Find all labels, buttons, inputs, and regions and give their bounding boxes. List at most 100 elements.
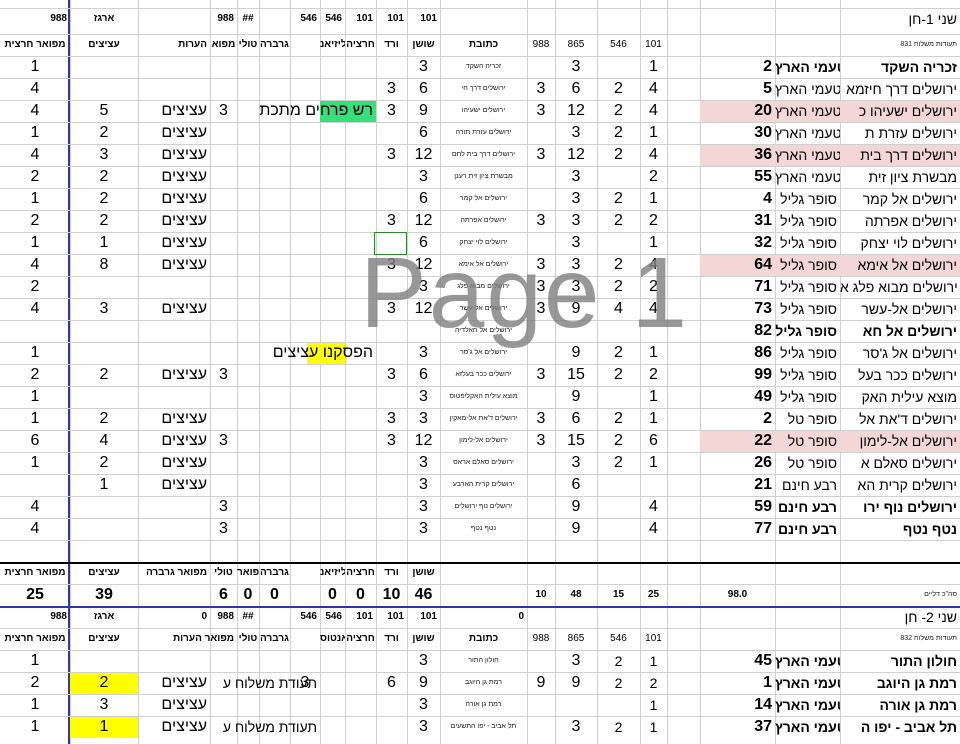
cell-store[interactable]: מטעמי הארץ xyxy=(775,56,840,78)
cell-ktovet[interactable]: ירושלים אל-לימון xyxy=(440,430,527,452)
cell-num[interactable]: 30 xyxy=(700,122,775,144)
cell-store[interactable]: סופר טל xyxy=(775,430,840,452)
cell-vered[interactable]: 3 xyxy=(376,100,407,122)
s2-cell-ktovet[interactable]: רמת גן אורה xyxy=(440,694,527,716)
cell-heorot[interactable]: עציצים xyxy=(138,408,210,430)
cell-vered[interactable]: 3 xyxy=(376,430,407,452)
cell-shoshan[interactable]: 3 xyxy=(407,166,440,188)
cell-atzitzim[interactable] xyxy=(70,386,138,408)
cell-n101[interactable]: 2 xyxy=(640,276,667,298)
cell-n101[interactable]: 1 xyxy=(640,232,667,254)
cell-atzitzim[interactable]: 8 xyxy=(70,254,138,276)
cell-mefoar[interactable]: 3 xyxy=(210,518,237,540)
col-header-n101[interactable]: 101 xyxy=(640,34,667,56)
s2-cell-n546[interactable] xyxy=(597,694,640,716)
cell-shoshan[interactable]: 6 xyxy=(407,78,440,100)
s2-header-hash[interactable]: ## xyxy=(237,606,259,628)
cell-city[interactable]: ירושלים לוי יצחק xyxy=(840,232,960,254)
cell-n546[interactable] xyxy=(597,474,640,496)
s2-cell-vered[interactable] xyxy=(376,694,407,716)
cell-mifoar[interactable]: 1 xyxy=(0,342,70,364)
cell-ktovet[interactable]: זכריה השקד xyxy=(440,56,527,78)
cell-mefoar[interactable] xyxy=(210,298,237,320)
s2-col-header-vered[interactable]: ורד xyxy=(376,628,407,650)
cell-city[interactable]: זכריה השקד xyxy=(840,56,960,78)
cell-mefoar[interactable] xyxy=(210,210,237,232)
col-header-teudat[interactable]: תעודות משלוח 831 xyxy=(840,34,960,56)
s2-cell-ktovet[interactable]: תל אביב - יפו התשעים xyxy=(440,716,527,738)
cell-shoshan[interactable]: 3 xyxy=(407,56,440,78)
cell-ktovet[interactable]: ירושלים מבוא פלג xyxy=(440,276,527,298)
cell-store[interactable]: סופר גליל xyxy=(775,364,840,386)
cell-store[interactable]: סופר גליל xyxy=(775,232,840,254)
cell-atzitzim[interactable] xyxy=(70,78,138,100)
cell-mifoar[interactable]: 4 xyxy=(0,144,70,166)
cell-shoshan[interactable]: 3 xyxy=(407,276,440,298)
cell-mifoar[interactable]: 2 xyxy=(0,166,70,188)
s2-col-header-hartzit[interactable]: חרציה xyxy=(345,628,376,650)
cell-n988[interactable] xyxy=(527,386,555,408)
cell-mifoar[interactable]: 6 xyxy=(0,430,70,452)
cell-vered[interactable]: 3 xyxy=(376,78,407,100)
cell-ktovet[interactable]: ירושלים אפרתה xyxy=(440,210,527,232)
cell-n101[interactable]: 4 xyxy=(640,78,667,100)
cell-city[interactable]: ירושלים קרית הא xyxy=(840,474,960,496)
cell-n865[interactable]: 3 xyxy=(555,254,597,276)
cell-store[interactable]: סופר גליל xyxy=(775,210,840,232)
col-header-atzitzim[interactable]: עציצים xyxy=(70,34,138,56)
cell-n546[interactable] xyxy=(597,518,640,540)
cell-heorot[interactable]: עציצים xyxy=(138,100,210,122)
s2-header-101b[interactable]: 101 xyxy=(376,606,407,628)
s2-header-988b[interactable]: 988 xyxy=(210,606,237,628)
totals-label-gerbera-big[interactable]: מפואר גרברה xyxy=(138,562,210,584)
s2-cell-n101[interactable]: 1 xyxy=(640,650,667,672)
s2-cell-atzitzim[interactable]: 1 xyxy=(70,716,138,738)
cell-mifoar[interactable]: 1 xyxy=(0,122,70,144)
cell-mefoar[interactable] xyxy=(210,78,237,100)
cell-shoshan[interactable]: 3 xyxy=(407,342,440,364)
cell-num[interactable]: 64 xyxy=(700,254,775,276)
cell-n101[interactable]: 1 xyxy=(640,452,667,474)
total-n865[interactable]: 48 xyxy=(555,584,597,606)
s2-col-header-teudat[interactable]: תעודות משלוח 832 xyxy=(840,628,960,650)
cell-heorot[interactable]: עציצים xyxy=(138,144,210,166)
cell-num[interactable]: 36 xyxy=(700,144,775,166)
cell-store[interactable]: מטעמי הארץ xyxy=(775,144,840,166)
cell-atzitzim[interactable]: 3 xyxy=(70,298,138,320)
cell-ktovet[interactable]: ירושלים עזרת תורה xyxy=(440,122,527,144)
cell-atzitzim[interactable] xyxy=(70,342,138,364)
cell-ktovet[interactable]: נטף נטף xyxy=(440,518,527,540)
cell-ktovet[interactable]: ירושלים סאלם אראס xyxy=(440,452,527,474)
header-988[interactable]: 988 xyxy=(0,8,70,30)
cell-n101[interactable]: 1 xyxy=(640,56,667,78)
cell-shoshan[interactable]: 3 xyxy=(407,408,440,430)
cell-n865[interactable]: 3 xyxy=(555,166,597,188)
s2-cell-num[interactable]: 37 xyxy=(700,716,775,738)
cell-n988[interactable] xyxy=(527,342,555,364)
col-header-mefoar[interactable]: מפוא xyxy=(210,34,237,56)
cell-heorot[interactable]: עציצים xyxy=(138,232,210,254)
col-header-gerbera[interactable]: גרברה xyxy=(259,34,290,56)
cell-n865[interactable]: 3 xyxy=(555,276,597,298)
cell-city[interactable]: ירושלים דרך חיזמא xyxy=(840,78,960,100)
cell-mefoar[interactable] xyxy=(210,166,237,188)
cell-n546[interactable] xyxy=(597,386,640,408)
cell-n865[interactable]: 6 xyxy=(555,474,597,496)
col-header-n546[interactable]: 546 xyxy=(597,34,640,56)
cell-heorot[interactable]: עציצים xyxy=(138,122,210,144)
cell-mefoar[interactable] xyxy=(210,320,237,342)
s2-cell-mifoar[interactable]: 1 xyxy=(0,650,70,672)
cell-n988[interactable] xyxy=(527,166,555,188)
s2-cell-ktovet[interactable]: רמת גן היוגב xyxy=(440,672,527,694)
cell-n988[interactable]: 3 xyxy=(527,78,555,100)
cell-n988[interactable]: 3 xyxy=(527,276,555,298)
totals-label-mefoar[interactable]: מפואר xyxy=(237,562,259,584)
s2-cell-n101[interactable]: 1 xyxy=(640,716,667,738)
s2-cell-n988[interactable] xyxy=(527,694,555,716)
cell-shoshan[interactable]: 6 xyxy=(407,232,440,254)
cell-heorot[interactable]: עציצים xyxy=(138,474,210,496)
cell-vered[interactable] xyxy=(376,386,407,408)
cell-n988[interactable]: 3 xyxy=(527,254,555,276)
cell-shoshan[interactable]: 3 xyxy=(407,386,440,408)
cell-store[interactable]: רבע חינם xyxy=(775,518,840,540)
